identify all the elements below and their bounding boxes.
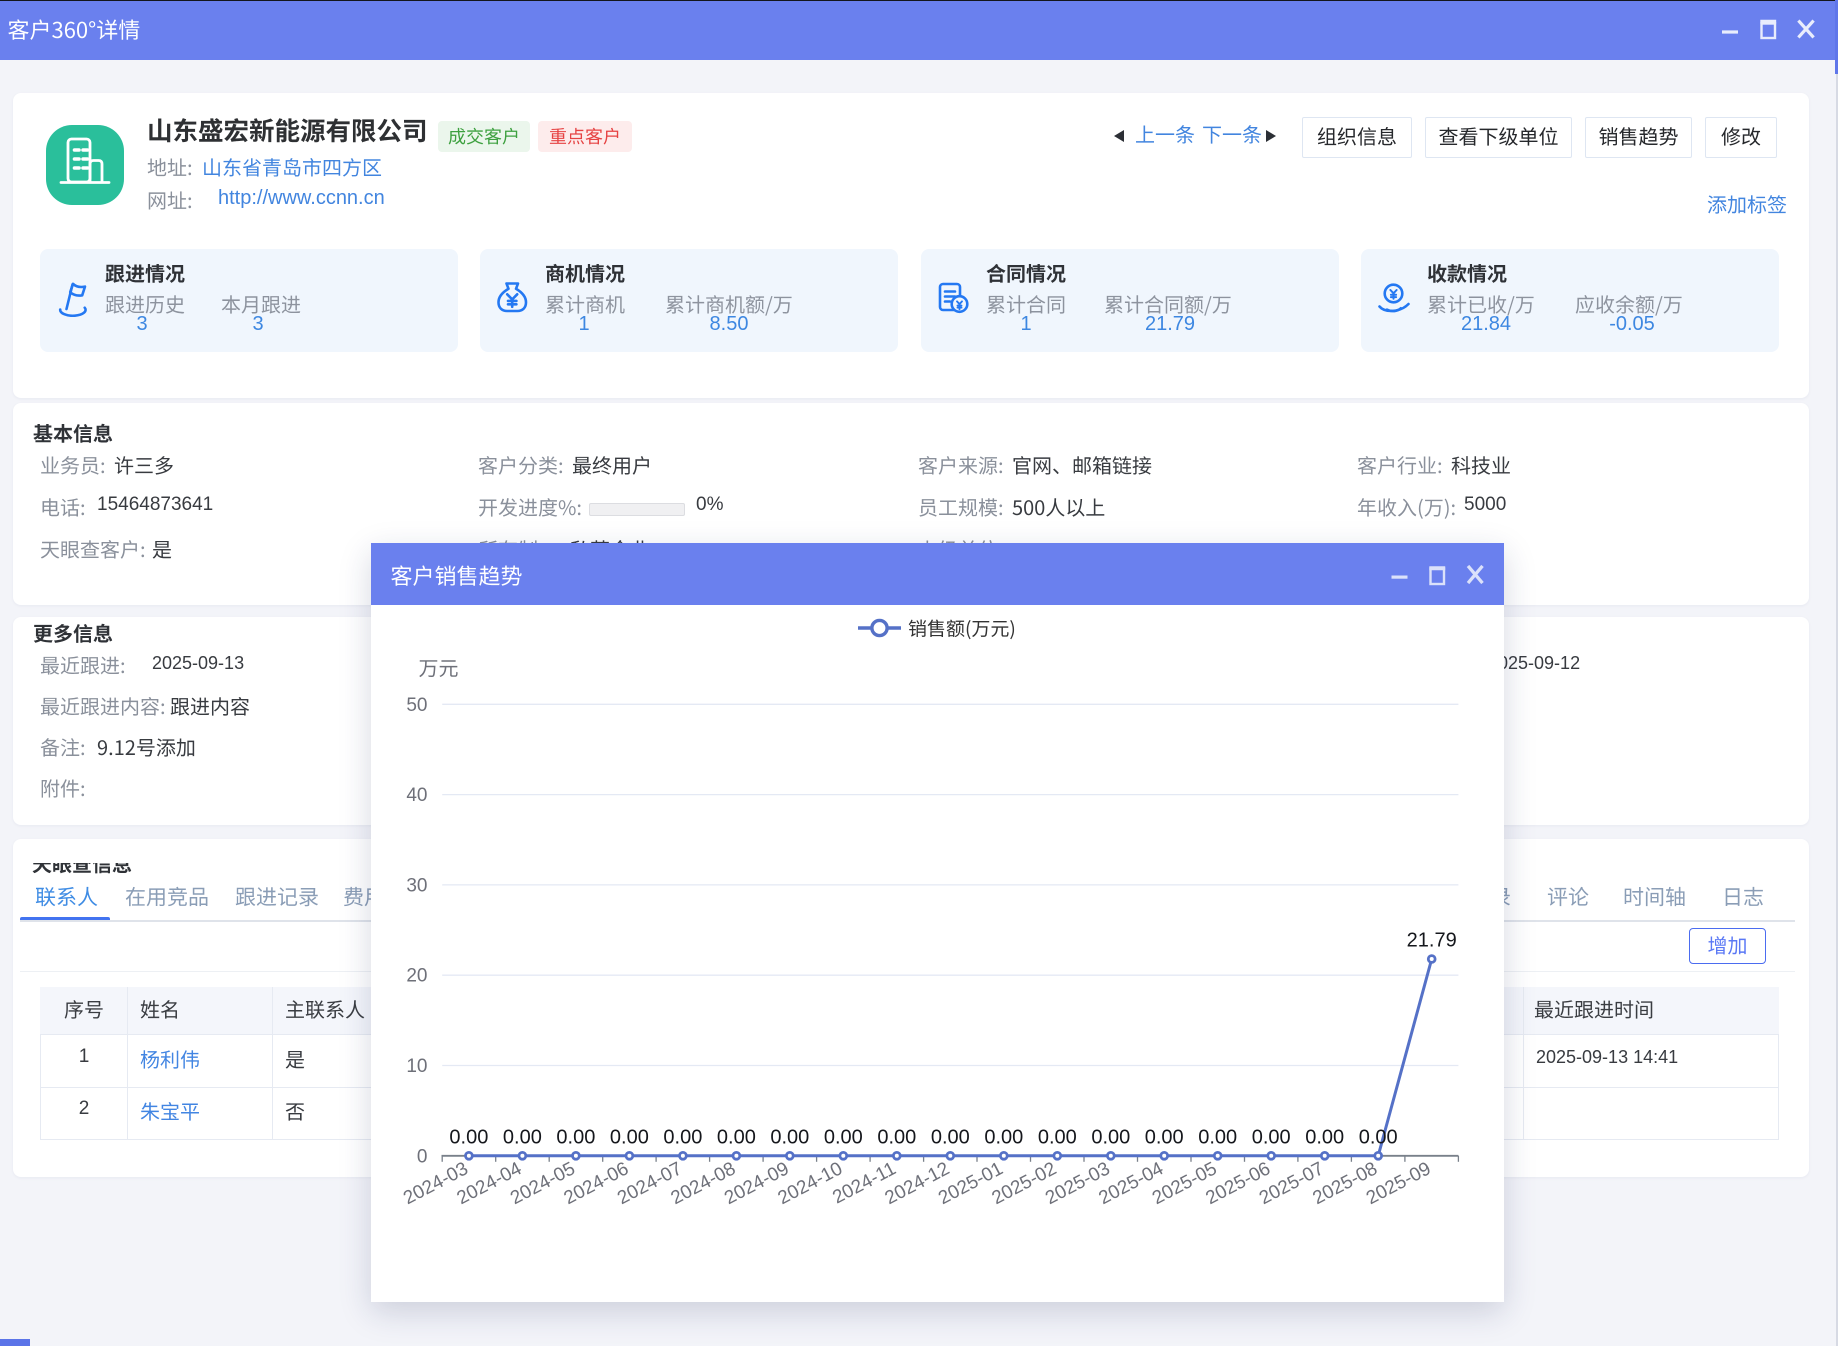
svg-text:0.00: 0.00 bbox=[1198, 1126, 1237, 1148]
svg-text:0.00: 0.00 bbox=[1358, 1126, 1397, 1148]
svg-text:0.00: 0.00 bbox=[449, 1126, 488, 1148]
svg-text:0: 0 bbox=[416, 1146, 427, 1167]
svg-text:0.00: 0.00 bbox=[1144, 1126, 1183, 1148]
svg-text:0.00: 0.00 bbox=[716, 1126, 755, 1148]
svg-text:0.00: 0.00 bbox=[1091, 1126, 1130, 1148]
svg-text:20: 20 bbox=[406, 965, 427, 986]
svg-text:0.00: 0.00 bbox=[609, 1126, 648, 1148]
svg-text:0.00: 0.00 bbox=[984, 1126, 1023, 1148]
svg-text:0.00: 0.00 bbox=[1037, 1126, 1076, 1148]
svg-text:0.00: 0.00 bbox=[663, 1126, 702, 1148]
svg-text:0.00: 0.00 bbox=[877, 1126, 916, 1148]
svg-text:0.00: 0.00 bbox=[1251, 1126, 1290, 1148]
svg-text:10: 10 bbox=[406, 1056, 427, 1077]
svg-text:0.00: 0.00 bbox=[1305, 1126, 1344, 1148]
svg-text:0.00: 0.00 bbox=[930, 1126, 969, 1148]
svg-text:0.00: 0.00 bbox=[823, 1126, 862, 1148]
svg-text:50: 50 bbox=[406, 694, 427, 715]
svg-text:40: 40 bbox=[406, 785, 427, 806]
svg-text:0.00: 0.00 bbox=[770, 1126, 809, 1148]
svg-text:21.79: 21.79 bbox=[1406, 929, 1456, 951]
svg-text:0.00: 0.00 bbox=[556, 1126, 595, 1148]
svg-text:30: 30 bbox=[406, 875, 427, 896]
svg-text:0.00: 0.00 bbox=[502, 1126, 541, 1148]
